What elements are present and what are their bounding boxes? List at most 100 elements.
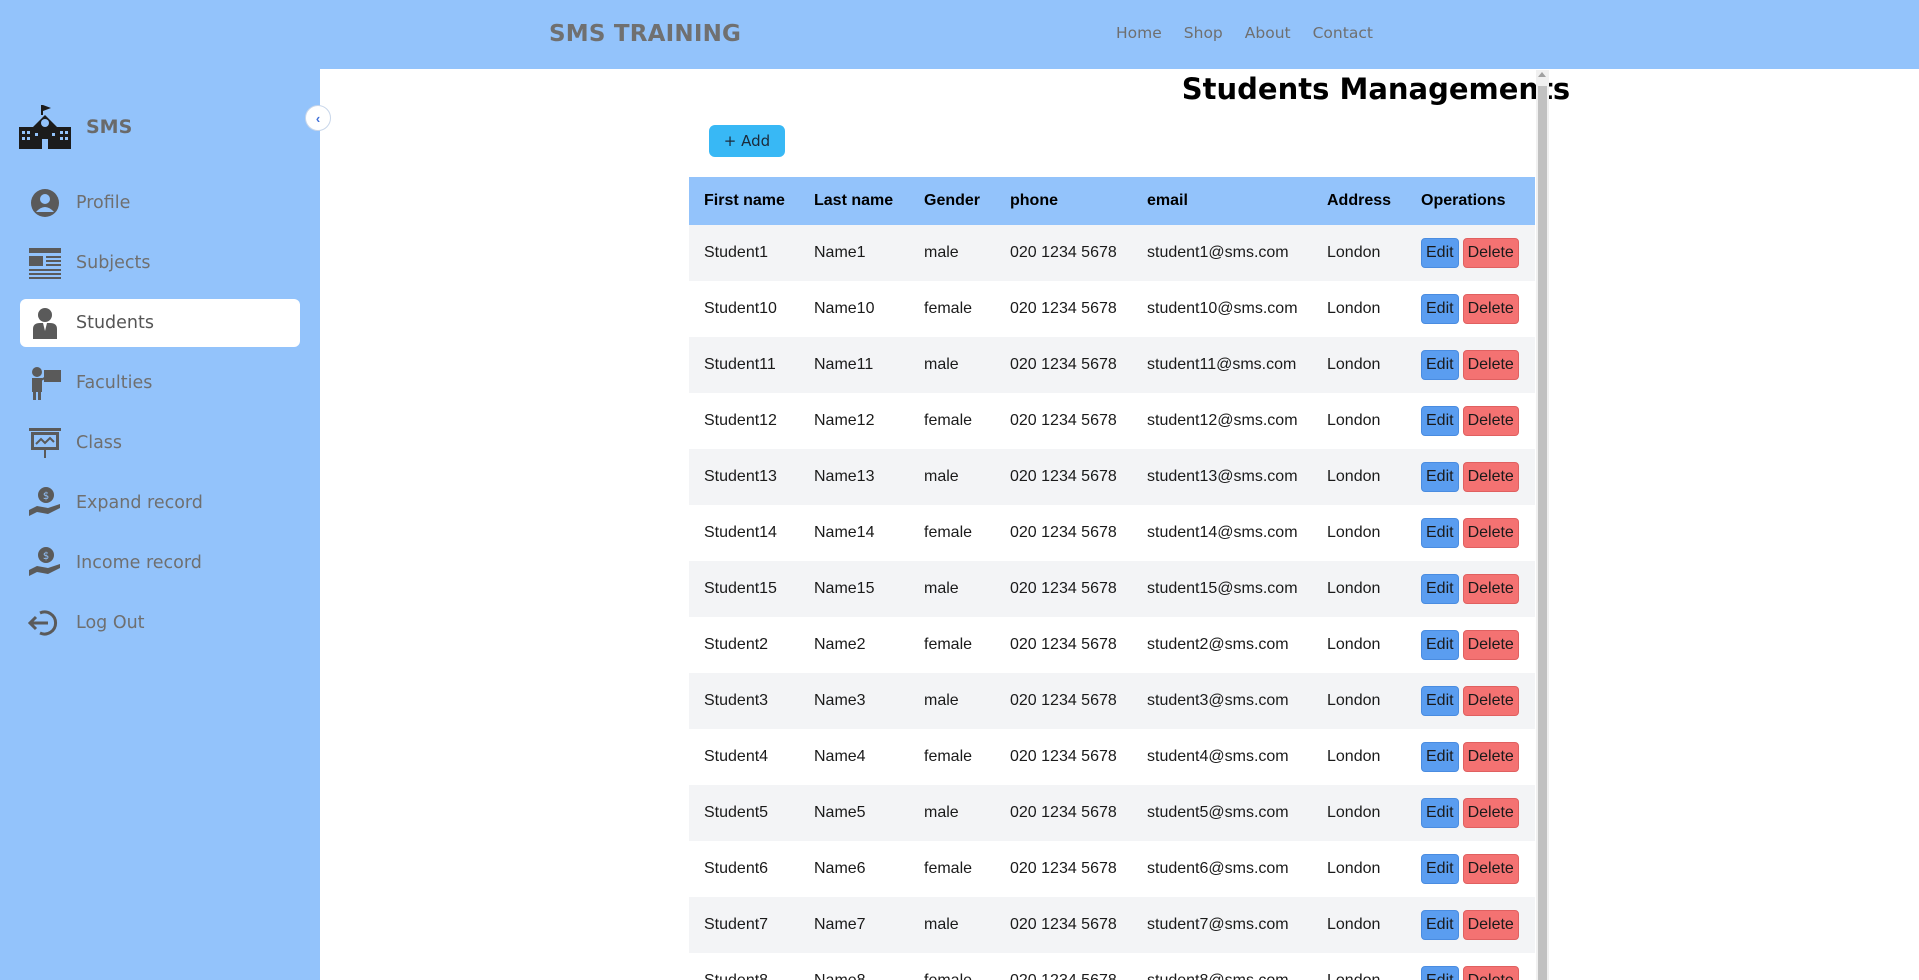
edit-button[interactable]: Edit bbox=[1421, 462, 1459, 492]
nav-shop[interactable]: Shop bbox=[1184, 24, 1223, 42]
sidebar-logo[interactable]: SMS bbox=[19, 105, 132, 149]
svg-text:$: $ bbox=[43, 551, 49, 562]
sidebar-item-label: Students bbox=[76, 313, 155, 333]
nav-about[interactable]: About bbox=[1245, 24, 1291, 42]
sidebar-item-faculties[interactable]: Faculties bbox=[20, 359, 300, 407]
delete-button[interactable]: Delete bbox=[1462, 966, 1519, 980]
address-cell: London bbox=[1327, 356, 1381, 373]
edit-button[interactable]: Edit bbox=[1421, 406, 1459, 436]
email-cell: student15@sms.com bbox=[1147, 580, 1298, 597]
gender-cell: male bbox=[924, 692, 959, 709]
delete-button[interactable]: Delete bbox=[1462, 742, 1519, 772]
first-name-cell: Student10 bbox=[704, 300, 777, 317]
operations-cell: EditDelete bbox=[1406, 449, 1535, 505]
site-brand[interactable]: SMS TRAINING bbox=[549, 21, 741, 47]
gender-cell: female bbox=[924, 636, 973, 653]
last-name-cell: Name11 bbox=[814, 356, 874, 373]
top-navbar: SMS TRAINING Home Shop About Contact bbox=[0, 0, 1919, 69]
edit-button[interactable]: Edit bbox=[1421, 574, 1459, 604]
edit-button[interactable]: Edit bbox=[1421, 854, 1459, 884]
expense-icon: $ bbox=[28, 486, 62, 520]
email-cell: student10@sms.com bbox=[1147, 300, 1298, 317]
address-cell: London bbox=[1327, 468, 1381, 485]
sidebar-item-profile[interactable]: Profile bbox=[20, 179, 300, 227]
edit-button[interactable]: Edit bbox=[1421, 350, 1459, 380]
edit-button[interactable]: Edit bbox=[1421, 630, 1459, 660]
delete-button[interactable]: Delete bbox=[1462, 238, 1519, 268]
delete-button[interactable]: Delete bbox=[1462, 854, 1519, 884]
edit-button[interactable]: Edit bbox=[1421, 798, 1459, 828]
delete-button[interactable]: Delete bbox=[1462, 350, 1519, 380]
edit-button[interactable]: Edit bbox=[1421, 910, 1459, 940]
table-row: Student5 Name5 male 020 1234 5678 student5@s… bbox=[689, 785, 1535, 841]
table-row: Student3 Name3 male 020 1234 5678 student3@s… bbox=[689, 673, 1535, 729]
delete-button[interactable]: Delete bbox=[1462, 686, 1519, 716]
delete-button[interactable]: Delete bbox=[1462, 798, 1519, 828]
sidebar-item-subjects[interactable]: Subjects bbox=[20, 239, 300, 287]
edit-button[interactable]: Edit bbox=[1421, 238, 1459, 268]
delete-button[interactable]: Delete bbox=[1462, 462, 1519, 492]
sidebar-logo-text: SMS bbox=[86, 116, 133, 138]
table-row: Student11 Name11 male 020 1234 5678 student1… bbox=[689, 337, 1535, 393]
content-scrollbar[interactable] bbox=[1536, 70, 1549, 980]
subjects-icon bbox=[28, 246, 62, 280]
table-row: Student15 Name15 male 020 1234 5678 student1… bbox=[689, 561, 1535, 617]
sidebar-item-label: Expand record bbox=[76, 493, 203, 513]
last-name-cell: Name10 bbox=[814, 300, 875, 317]
first-name-cell: Student15 bbox=[704, 580, 777, 597]
sidebar-item-students[interactable]: Students bbox=[20, 299, 300, 347]
address-cell: London bbox=[1327, 412, 1381, 429]
table-row: Student13 Name13 male 020 1234 5678 student1… bbox=[689, 449, 1535, 505]
email-cell: student5@sms.com bbox=[1147, 804, 1289, 821]
email-cell: student3@sms.com bbox=[1147, 692, 1289, 709]
students-table: First name Last name Gender phone email … bbox=[689, 177, 1535, 980]
gender-cell: male bbox=[924, 580, 959, 597]
main-content: Students Managements + Add First name La… bbox=[320, 69, 1919, 980]
delete-button[interactable]: Delete bbox=[1462, 294, 1519, 324]
last-name-cell: Name2 bbox=[814, 636, 866, 653]
table-row: Student8Name8female020 1234 5678student8… bbox=[689, 953, 1535, 980]
nav-home[interactable]: Home bbox=[1116, 24, 1162, 42]
delete-button[interactable]: Delete bbox=[1462, 518, 1519, 548]
school-icon bbox=[19, 105, 71, 149]
sidebar-collapse-button[interactable]: ‹ bbox=[305, 105, 331, 131]
edit-button[interactable]: Edit bbox=[1421, 966, 1459, 980]
top-nav: Home Shop About Contact bbox=[1116, 24, 1395, 42]
phone-cell: 020 1234 5678 bbox=[1010, 636, 1117, 653]
phone-cell: 020 1234 5678 bbox=[1010, 244, 1117, 261]
sidebar-item-logout[interactable]: Log Out bbox=[20, 599, 300, 647]
edit-button[interactable]: Edit bbox=[1421, 742, 1459, 772]
edit-button[interactable]: Edit bbox=[1421, 686, 1459, 716]
phone-cell: 020 1234 5678 bbox=[1010, 356, 1117, 373]
delete-button[interactable]: Delete bbox=[1462, 406, 1519, 436]
nav-contact[interactable]: Contact bbox=[1313, 24, 1373, 42]
sidebar-item-income-record[interactable]: $ Income record bbox=[20, 539, 300, 587]
operations-cell: EditDelete bbox=[1406, 561, 1535, 617]
scrollbar-thumb[interactable] bbox=[1538, 86, 1547, 980]
first-name-cell: Student13 bbox=[704, 468, 777, 485]
delete-button[interactable]: Delete bbox=[1462, 574, 1519, 604]
delete-button[interactable]: Delete bbox=[1462, 630, 1519, 660]
delete-button[interactable]: Delete bbox=[1462, 910, 1519, 940]
table-row: Student12 Name12 female 020 1234 5678 studen… bbox=[689, 393, 1535, 449]
last-name-cell: Name15 bbox=[814, 580, 875, 597]
scroll-up-arrow-icon[interactable] bbox=[1538, 72, 1546, 77]
email-cell: student4@sms.com bbox=[1147, 748, 1289, 765]
gender-cell: male bbox=[924, 916, 959, 933]
last-name-cell: Name1 bbox=[814, 244, 866, 261]
phone-cell: 020 1234 5678 bbox=[1010, 692, 1117, 709]
logout-icon bbox=[28, 606, 62, 640]
table-row: Student14 Name14 female 020 1234 5678 studen… bbox=[689, 505, 1535, 561]
operations-cell: EditDelete bbox=[1406, 505, 1535, 561]
sidebar-item-class[interactable]: Class bbox=[20, 419, 300, 467]
add-student-button[interactable]: + Add bbox=[709, 125, 785, 157]
table-body: Student1 Name1 male 020 1234 5678 student1@s… bbox=[689, 225, 1535, 980]
operations-cell: EditDelete bbox=[1406, 337, 1535, 393]
column-header-gender: Gender bbox=[924, 192, 981, 209]
first-name-cell: Student8 bbox=[689, 953, 799, 980]
edit-button[interactable]: Edit bbox=[1421, 518, 1459, 548]
edit-button[interactable]: Edit bbox=[1421, 294, 1459, 324]
table-row: Student6 Name6 female 020 1234 5678 student6… bbox=[689, 841, 1535, 897]
sidebar-item-expand-record[interactable]: $ Expand record bbox=[20, 479, 300, 527]
column-header-last-name: Last name bbox=[814, 192, 894, 209]
